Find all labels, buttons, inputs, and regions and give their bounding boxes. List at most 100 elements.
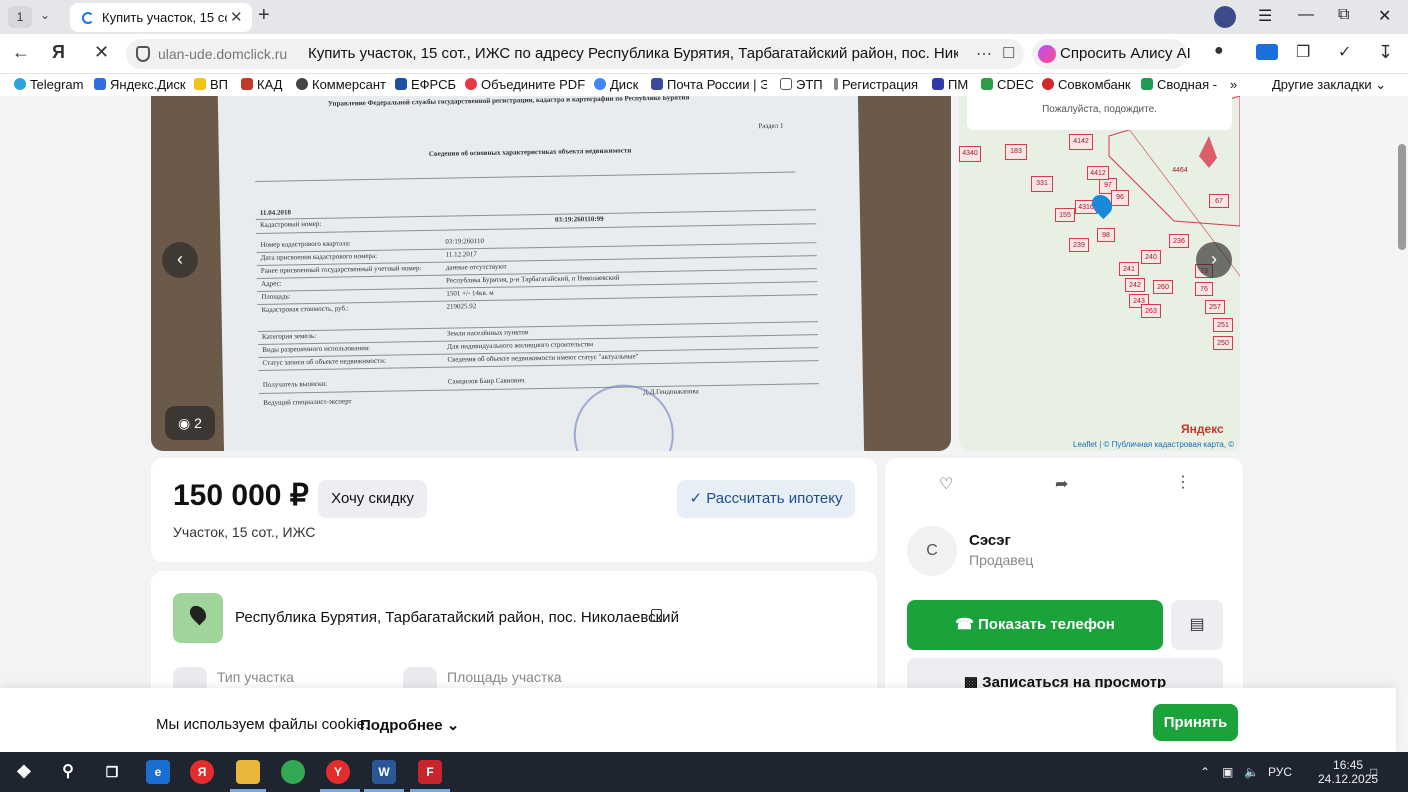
seller-avatar[interactable]: С — [907, 526, 957, 576]
news-icon[interactable] — [1256, 44, 1278, 60]
tray-chevron-icon[interactable]: ⌃ — [1200, 765, 1210, 779]
pdf-reader-icon[interactable]: F — [418, 760, 442, 784]
close-window-icon[interactable]: ✕ — [1378, 6, 1391, 26]
parcel[interactable]: 4340 — [959, 146, 981, 162]
parcel[interactable]: 155 — [1055, 208, 1075, 222]
doc-header: Управление Федеральной службы государств… — [327, 96, 690, 108]
tab-count-badge[interactable]: 1 — [8, 6, 32, 28]
collections-icon[interactable]: ❐ — [1296, 42, 1310, 62]
bookmark-yandex-disk[interactable]: Яндекс.Диск — [94, 77, 186, 92]
accept-cookies-button[interactable]: Принять — [1153, 704, 1238, 741]
bookmark-telegram[interactable]: Telegram — [14, 77, 83, 92]
back-arrow-icon[interactable]: ← — [12, 42, 30, 63]
site-security-icon[interactable] — [136, 46, 150, 62]
bookmark-icon[interactable]: ☐ — [1002, 44, 1015, 62]
doc-row-value: данные отсутствуют — [445, 262, 507, 272]
bookmark-summary[interactable]: Сводная - — [1141, 77, 1217, 92]
bookmark-sovcombank[interactable]: Совкомбанк — [1042, 77, 1131, 92]
share-icon[interactable]: ➦ — [1055, 474, 1068, 494]
restore-icon[interactable]: ⧉ — [1338, 6, 1349, 24]
more-options-icon[interactable]: ⋯ — [976, 44, 992, 64]
internet-explorer-icon[interactable]: e — [146, 760, 170, 784]
bookmark-russian-post[interactable]: Почта России | Эл — [651, 77, 767, 92]
file-explorer-icon[interactable] — [236, 760, 260, 784]
ask-alice-button[interactable]: Спросить Алису AI — [1032, 39, 1191, 69]
parcel[interactable]: 331 — [1031, 176, 1053, 192]
task-view-icon[interactable]: ❐ — [100, 760, 124, 784]
favorite-heart-icon[interactable]: ♡ — [939, 474, 953, 494]
yandex-logo-icon[interactable]: Я — [52, 42, 65, 63]
bookmark-disk[interactable]: Диск — [594, 77, 638, 92]
minimize-icon[interactable]: — — [1298, 6, 1314, 24]
map-attribution[interactable]: Leaflet | © Публичная кадастровая карта,… — [1073, 440, 1234, 449]
parcel[interactable]: 67 — [1209, 194, 1229, 208]
parcel[interactable]: 4464 — [1167, 164, 1193, 180]
bookmark-pm[interactable]: ПМ — [932, 77, 968, 92]
bookmark-registration[interactable]: Регистрация — [834, 77, 918, 92]
show-phone-button[interactable]: ☎ Показать телефон — [907, 600, 1163, 650]
other-bookmarks[interactable]: Другие закладки ⌄ — [1272, 77, 1386, 93]
bookmark-cdec[interactable]: CDEC — [981, 77, 1034, 92]
parcel[interactable]: 236 — [1169, 234, 1189, 248]
cadastral-map[interactable]: 4340 183 4142 4464 331 97 96 4412 4316 1… — [959, 96, 1240, 451]
close-tab-icon[interactable]: ✕ — [230, 8, 243, 26]
mini-map-icon[interactable] — [173, 593, 223, 643]
discount-button[interactable]: Хочу скидку — [318, 480, 427, 518]
photo-count-badge[interactable]: ◉ 2 — [165, 406, 215, 440]
parcel[interactable]: 239 — [1069, 238, 1089, 252]
stop-loading-icon[interactable]: ✕ — [94, 42, 109, 63]
bookmark-merge-pdf[interactable]: Объедините PDF — [465, 77, 585, 92]
parcel[interactable]: 251 — [1213, 318, 1233, 332]
plot-area-label: Площадь участка — [447, 669, 562, 685]
active-tab[interactable]: Купить участок, 15 сот ✕ — [70, 3, 252, 32]
parcel[interactable]: 242 — [1125, 278, 1145, 292]
word-icon[interactable]: W — [372, 760, 396, 784]
parcel[interactable]: 240 — [1141, 250, 1161, 264]
parcel[interactable]: 98 — [1097, 228, 1115, 242]
search-icon[interactable]: ⚲ — [56, 760, 80, 784]
bookmarks-more-icon[interactable]: » — [1230, 77, 1237, 92]
gallery-prev-arrow-icon[interactable]: ‹ — [162, 242, 198, 278]
scroll-thumb[interactable] — [1398, 144, 1406, 250]
protect-icon[interactable]: ✓ — [1338, 42, 1351, 62]
more-vertical-icon[interactable]: ⋮ — [1175, 472, 1191, 492]
yandex-icon[interactable]: Я — [190, 760, 214, 784]
notifications-icon[interactable]: □ — [1370, 765, 1377, 779]
seller-name[interactable]: Сэсэг — [969, 532, 1011, 549]
bookmark-kommersant[interactable]: Коммерсант — [296, 77, 386, 92]
language-indicator[interactable]: РУС — [1268, 765, 1292, 779]
cookie-more-link[interactable]: Подробнее ⌄ — [360, 716, 459, 734]
bookmark-efrsb[interactable]: ЕФРСБ — [395, 77, 456, 92]
profile-avatar-icon[interactable] — [1214, 6, 1236, 28]
parcel[interactable]: 241 — [1119, 262, 1139, 276]
photo-gallery[interactable]: Управление Федеральной службы государств… — [151, 96, 951, 451]
chat-button[interactable]: ▤ — [1171, 600, 1223, 650]
parcel[interactable]: 4412 — [1087, 166, 1109, 180]
parcel[interactable]: 4142 — [1069, 134, 1093, 150]
yandex-browser-icon[interactable]: Y — [326, 760, 350, 784]
bookmark-kad[interactable]: КАД — [241, 77, 282, 92]
page-scrollbar[interactable] — [1396, 96, 1408, 752]
parcel[interactable]: 250 — [1213, 336, 1233, 350]
bookmark-etp[interactable]: ЭТП — [780, 77, 823, 92]
parcel[interactable]: 96 — [1111, 190, 1129, 206]
new-tab-icon[interactable]: + — [258, 4, 270, 27]
parcel[interactable]: 76 — [1195, 282, 1213, 296]
downloads-icon[interactable]: ↧ — [1378, 42, 1393, 63]
bookmark-vp[interactable]: ВП — [194, 77, 228, 92]
parcel[interactable]: 263 — [1141, 304, 1161, 318]
mortgage-button[interactable]: ✓ Рассчитать ипотеку — [677, 480, 855, 518]
extension-icon[interactable]: ● — [1214, 42, 1224, 60]
gallery-next-arrow-icon[interactable]: › — [1196, 242, 1232, 278]
parcel[interactable]: 257 — [1205, 300, 1225, 314]
chrome-icon[interactable] — [281, 760, 305, 784]
parcel[interactable]: 260 — [1153, 280, 1173, 294]
parcel[interactable]: 183 — [1005, 144, 1027, 160]
tab-list-chevron-icon[interactable]: ⌄ — [40, 8, 50, 22]
volume-icon[interactable]: 🔈 — [1244, 765, 1259, 779]
address-bar[interactable]: ulan-ude.domclick.ru Купить участок, 15 … — [126, 39, 1024, 69]
copy-icon[interactable] — [651, 609, 662, 622]
browser-menu-icon[interactable]: ☰ — [1258, 6, 1272, 26]
windows-start-icon[interactable]: ❖ — [12, 760, 36, 784]
network-icon[interactable]: ▣ — [1222, 765, 1233, 779]
